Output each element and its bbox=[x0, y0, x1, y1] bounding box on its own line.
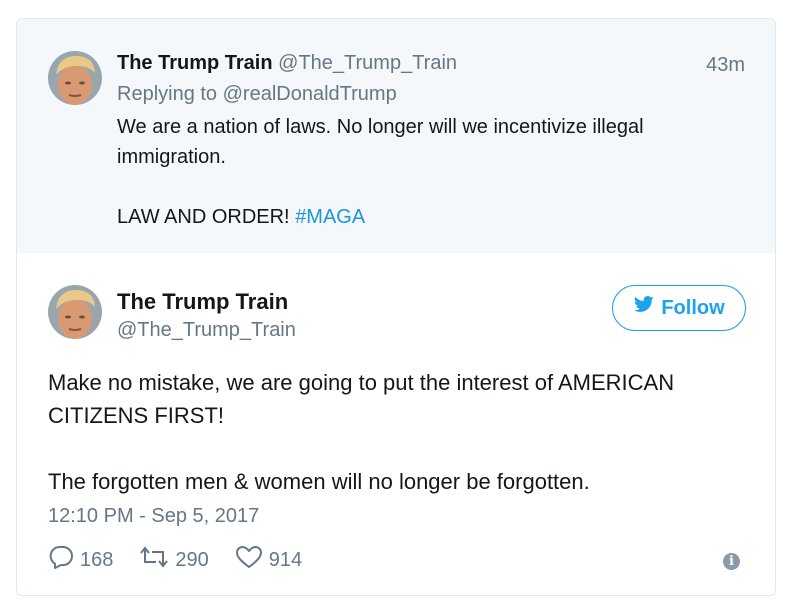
like-button[interactable]: 914 bbox=[235, 545, 302, 575]
retweet-count: 290 bbox=[175, 548, 209, 571]
info-icon[interactable]: i bbox=[723, 553, 740, 570]
main-tweet-text: Make no mistake, we are going to put the… bbox=[48, 366, 748, 498]
parent-header: The Trump Train @The_Trump_Train bbox=[117, 52, 457, 75]
tweet-actions: 168 290 914 bbox=[48, 545, 328, 575]
avatar[interactable] bbox=[48, 51, 102, 105]
parent-tweet[interactable]: The Trump Train @The_Trump_Train 43m Rep… bbox=[17, 19, 775, 253]
parent-tweet-text: We are a nation of laws. No longer will … bbox=[117, 112, 717, 232]
reply-count: 168 bbox=[80, 548, 114, 571]
author-handle[interactable]: @The_Trump_Train bbox=[117, 319, 296, 342]
tweet-text-fragment: LAW AND ORDER! bbox=[117, 206, 296, 228]
reply-icon bbox=[48, 545, 74, 575]
tweet-text-line: LAW AND ORDER! #MAGA bbox=[117, 202, 717, 232]
retweet-button[interactable]: 290 bbox=[139, 545, 209, 575]
tweet-time[interactable]: 43m bbox=[706, 54, 745, 77]
author-name[interactable]: The Trump Train bbox=[117, 289, 288, 315]
retweet-icon bbox=[139, 545, 169, 575]
tweet-text-line: Make no mistake, we are going to put the… bbox=[48, 370, 675, 395]
embedded-tweet-card: The Trump Train @The_Trump_Train 43m Rep… bbox=[16, 18, 776, 596]
avatar[interactable] bbox=[48, 285, 102, 339]
author-name[interactable]: The Trump Train bbox=[117, 52, 273, 74]
tweet-timestamp[interactable]: 12:10 PM - Sep 5, 2017 bbox=[48, 505, 259, 528]
tweet-text-line: We are a nation of laws. No longer will … bbox=[117, 116, 644, 138]
tweet-text-line: The forgotten men & women will no longer… bbox=[48, 469, 590, 494]
hashtag-link[interactable]: #MAGA bbox=[295, 206, 365, 228]
tweet-text-line: immigration. bbox=[117, 146, 226, 168]
follow-button[interactable]: Follow bbox=[612, 285, 746, 331]
tweet-text-line: CITIZENS FIRST! bbox=[48, 403, 224, 428]
reply-button[interactable]: 168 bbox=[48, 545, 113, 575]
follow-label: Follow bbox=[661, 296, 725, 319]
heart-icon bbox=[235, 545, 263, 575]
replying-to[interactable]: Replying to @realDonaldTrump bbox=[117, 83, 397, 106]
author-handle[interactable]: @The_Trump_Train bbox=[278, 52, 457, 74]
like-count: 914 bbox=[268, 548, 303, 571]
twitter-bird-icon bbox=[633, 296, 655, 320]
